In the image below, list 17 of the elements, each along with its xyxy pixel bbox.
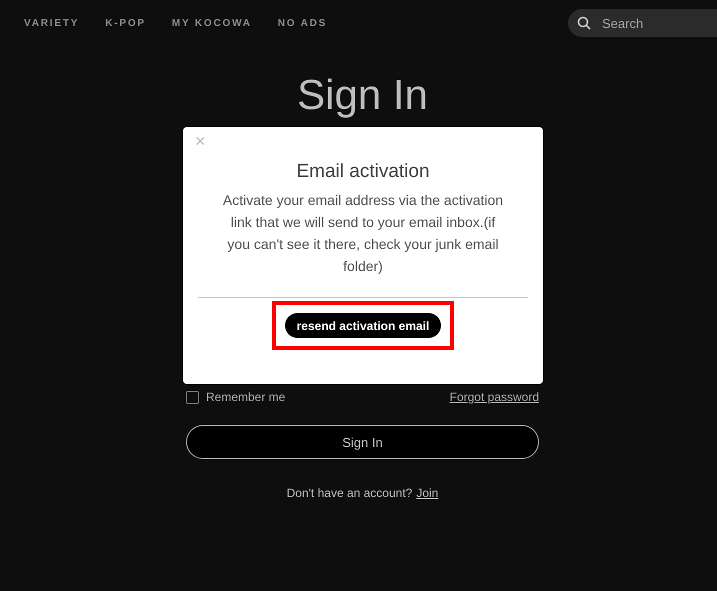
search-icon: [577, 16, 591, 30]
join-link[interactable]: Join: [416, 486, 438, 500]
forgot-password-link[interactable]: Forgot password: [450, 390, 539, 404]
search-field[interactable]: Search: [600, 14, 704, 32]
nav-link[interactable]: K-POP: [105, 18, 146, 28]
modal-title: Email activation: [296, 161, 430, 183]
checkbox[interactable]: [186, 390, 199, 404]
search-bar[interactable]: Search: [568, 9, 717, 37]
resend-button[interactable]: resend activation email: [284, 313, 442, 338]
sign-in-button[interactable]: Sign In: [186, 425, 539, 459]
modal-message: Activate your email address via the activation link that we will send to your email inbox.(if you can't see it there, check your junk email folder): [222, 191, 504, 276]
page-title: Sign In: [296, 74, 429, 116]
nav-link[interactable]: NO ADS: [278, 18, 328, 28]
nav-link[interactable]: VARIETY: [24, 18, 80, 28]
join-prompt: Don't have an account?: [286, 486, 412, 500]
nav-link[interactable]: MY KOCOWA: [172, 18, 252, 28]
checkbox-label: Remember me: [206, 390, 286, 404]
